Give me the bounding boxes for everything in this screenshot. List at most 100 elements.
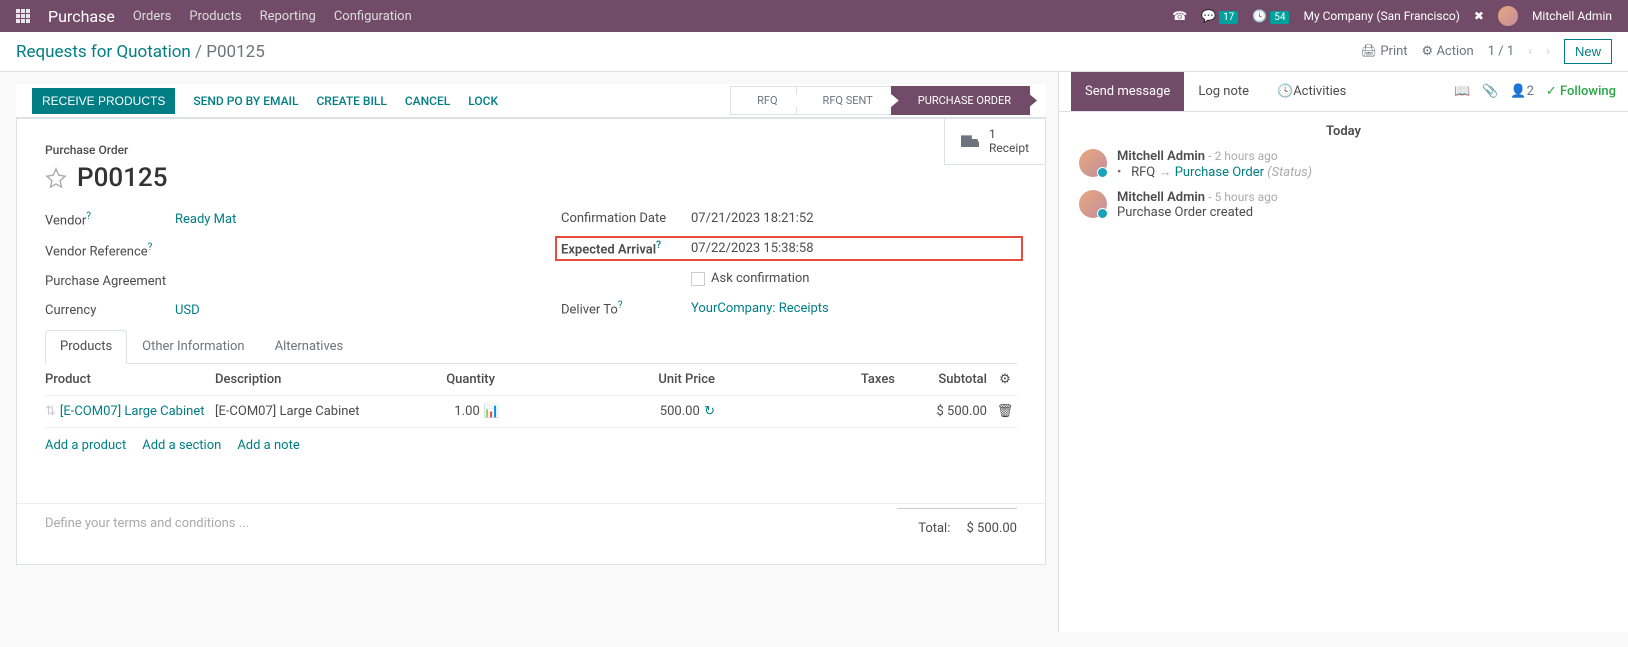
action-bar: RECEIVE PRODUCTS SEND PO BY EMAIL CREATE… bbox=[16, 84, 1046, 118]
receipt-label: Receipt bbox=[989, 141, 1029, 155]
table-row[interactable]: ⇅ [E-COM07] Large Cabinet [E-COM07] Large… bbox=[45, 396, 1017, 428]
print-button[interactable]: 🖨 Print bbox=[1361, 44, 1408, 59]
col-quantity[interactable]: Quantity bbox=[375, 372, 495, 387]
action-button[interactable]: ⚙ Action bbox=[1422, 44, 1474, 59]
expected-arrival-label: Expected Arrival? bbox=[561, 240, 691, 257]
phone-icon[interactable]: ☎ bbox=[1172, 9, 1187, 23]
tab-alternatives[interactable]: Alternatives bbox=[260, 330, 359, 363]
drag-handle-icon[interactable]: ⇅ bbox=[45, 404, 56, 419]
expected-arrival-field[interactable]: 07/22/2023 15:38:58 bbox=[691, 241, 814, 256]
status-bar: RFQ RFQ SENT PURCHASE ORDER bbox=[731, 86, 1030, 115]
tab-products[interactable]: Products bbox=[45, 330, 127, 364]
log-note-button[interactable]: Log note bbox=[1184, 72, 1263, 111]
confirmation-date-label: Confirmation Date bbox=[561, 211, 691, 226]
message-avatar[interactable] bbox=[1079, 149, 1107, 177]
col-taxes[interactable]: Taxes bbox=[715, 372, 895, 387]
following-button[interactable]: ✓ Following bbox=[1546, 84, 1616, 99]
message-body: Purchase Order created bbox=[1117, 205, 1278, 220]
pager-next[interactable]: › bbox=[1546, 44, 1550, 59]
col-product[interactable]: Product bbox=[45, 372, 215, 387]
message-field: RFQ bbox=[1131, 165, 1155, 180]
status-purchase-order[interactable]: PURCHASE ORDER bbox=[891, 86, 1030, 115]
truck-icon bbox=[961, 135, 979, 147]
vendor-ref-label: Vendor Reference? bbox=[45, 242, 175, 259]
line-qty[interactable]: 1.00 bbox=[454, 404, 479, 419]
menu-orders[interactable]: Orders bbox=[133, 9, 172, 24]
line-product[interactable]: [E-COM07] Large Cabinet bbox=[60, 404, 205, 419]
send-po-button[interactable]: SEND PO BY EMAIL bbox=[193, 94, 298, 108]
receive-products-button[interactable]: RECEIVE PRODUCTS bbox=[32, 88, 175, 114]
order-lines-grid: Product Description Quantity Unit Price … bbox=[45, 364, 1017, 463]
form-sheet: 1 Receipt Purchase Order P00125 Vendor? … bbox=[16, 118, 1046, 565]
user-name[interactable]: Mitchell Admin bbox=[1532, 9, 1612, 23]
add-note-link[interactable]: Add a note bbox=[237, 438, 299, 453]
message-avatar[interactable] bbox=[1079, 190, 1107, 218]
po-type-label: Purchase Order bbox=[45, 143, 1017, 157]
forecast-icon[interactable]: 📊 bbox=[483, 404, 495, 414]
col-subtotal[interactable]: Subtotal bbox=[895, 372, 993, 387]
tab-other-information[interactable]: Other Information bbox=[127, 330, 259, 363]
notebook-tabs: Products Other Information Alternatives bbox=[45, 330, 1017, 364]
paperclip-icon[interactable]: 📎 bbox=[1482, 84, 1498, 99]
ask-confirmation-text: Ask confirmation bbox=[711, 271, 810, 286]
vendor-label: Vendor? bbox=[45, 211, 175, 228]
pager: 1 / 1 bbox=[1488, 44, 1514, 59]
col-description[interactable]: Description bbox=[215, 372, 375, 387]
lock-button[interactable]: LOCK bbox=[468, 94, 498, 108]
user-avatar[interactable] bbox=[1498, 6, 1518, 26]
total-label: Total: bbox=[918, 521, 950, 536]
status-rfq[interactable]: RFQ bbox=[730, 86, 796, 115]
line-description[interactable]: [E-COM07] Large Cabinet bbox=[215, 404, 375, 419]
debug-icon[interactable]: ✖ bbox=[1474, 9, 1484, 23]
app-title[interactable]: Purchase bbox=[48, 7, 115, 26]
purchase-agreement-label: Purchase Agreement bbox=[45, 274, 175, 289]
confirmation-date-field[interactable]: 07/21/2023 18:21:52 bbox=[691, 211, 814, 226]
menu-configuration[interactable]: Configuration bbox=[334, 9, 412, 24]
line-subtotal: $ 500.00 bbox=[895, 404, 993, 419]
expected-arrival-highlight: Expected Arrival? 07/22/2023 15:38:58 bbox=[555, 236, 1023, 261]
messages-icon[interactable]: 💬 17 bbox=[1201, 9, 1238, 23]
vendor-field[interactable]: Ready Mat bbox=[175, 212, 236, 227]
delete-line-icon[interactable]: 🗑 bbox=[993, 404, 1017, 419]
new-button[interactable]: New bbox=[1564, 39, 1612, 64]
deliver-to-field[interactable]: YourCompany: Receipts bbox=[691, 301, 829, 316]
total-value: $ 500.00 bbox=[967, 521, 1018, 536]
ask-confirmation-checkbox[interactable] bbox=[691, 272, 705, 286]
terms-input[interactable]: Define your terms and conditions ... bbox=[45, 504, 249, 543]
apps-icon[interactable] bbox=[16, 9, 30, 23]
message-time: - 5 hours ago bbox=[1208, 190, 1277, 204]
priority-star-icon[interactable] bbox=[45, 167, 67, 189]
attachment-icon[interactable]: 📖 bbox=[1454, 84, 1470, 99]
breadcrumb-root[interactable]: Requests for Quotation bbox=[16, 42, 191, 62]
receipt-count: 1 bbox=[989, 127, 1029, 141]
po-number: P00125 bbox=[77, 163, 167, 193]
create-bill-button[interactable]: CREATE BILL bbox=[316, 94, 386, 108]
activities-icon[interactable]: 🕓 54 bbox=[1252, 9, 1289, 23]
col-settings-icon[interactable]: ⚙ bbox=[993, 372, 1017, 387]
pager-prev[interactable]: ‹ bbox=[1528, 44, 1532, 59]
activities-button[interactable]: 🕓 Activities bbox=[1263, 72, 1360, 111]
menu-products[interactable]: Products bbox=[189, 9, 241, 24]
breadcrumb-current: P00125 bbox=[206, 42, 265, 62]
send-message-button[interactable]: Send message bbox=[1071, 72, 1184, 111]
message-author[interactable]: Mitchell Admin bbox=[1117, 190, 1205, 205]
cancel-button[interactable]: CANCEL bbox=[405, 94, 450, 108]
message-author[interactable]: Mitchell Admin bbox=[1117, 149, 1205, 164]
chat-message: Mitchell Admin - 5 hours ago Purchase Or… bbox=[1079, 190, 1608, 220]
menu-reporting[interactable]: Reporting bbox=[260, 9, 316, 24]
line-price[interactable]: 500.00 bbox=[660, 404, 700, 419]
add-section-link[interactable]: Add a section bbox=[142, 438, 221, 453]
receipt-stat-button[interactable]: 1 Receipt bbox=[944, 119, 1045, 165]
breadcrumb-bar: Requests for Quotation / P00125 🖨 Print … bbox=[0, 32, 1628, 72]
company-switcher[interactable]: My Company (San Francisco) bbox=[1303, 9, 1459, 23]
message-time: - 2 hours ago bbox=[1208, 149, 1277, 163]
message-new-value[interactable]: Purchase Order bbox=[1175, 165, 1264, 180]
followers-button[interactable]: 👤2 bbox=[1510, 84, 1534, 99]
chat-message: Mitchell Admin - 2 hours ago • RFQ → Pur… bbox=[1079, 149, 1608, 180]
chat-date-separator: Today bbox=[1079, 124, 1608, 139]
status-rfq-sent[interactable]: RFQ SENT bbox=[796, 86, 892, 115]
col-unit-price[interactable]: Unit Price bbox=[495, 372, 715, 387]
add-product-link[interactable]: Add a product bbox=[45, 438, 126, 453]
currency-field[interactable]: USD bbox=[175, 303, 200, 318]
refresh-price-icon[interactable]: ↻ bbox=[703, 404, 715, 414]
